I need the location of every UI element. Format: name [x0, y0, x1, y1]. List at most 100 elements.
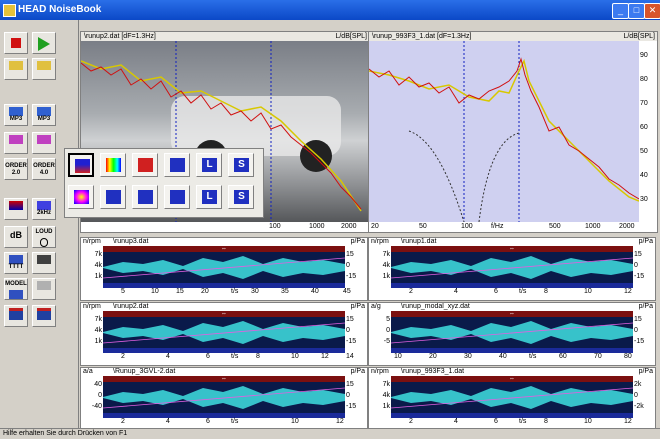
import-icon: [37, 61, 51, 70]
x-tick: 10: [584, 418, 592, 425]
time-signal-panel[interactable]: n/rpm \runup1.dat p/Pa ⇔ 7k 4k 1k 15 0 -15 2 4 6 t/s 8…: [368, 237, 656, 301]
photo-icon: [37, 281, 51, 290]
loudness-button[interactable]: LOUD: [32, 226, 56, 248]
y-tick-left: 7k: [94, 316, 102, 323]
time-signal-panel[interactable]: a/a \Runup_3GVL-2.dat p/Pa ⇔ 40 0 -40 15 0 -15 2 4 6…: [80, 367, 368, 431]
marker-icon: [9, 255, 23, 264]
y-tick-right: 0: [346, 262, 350, 269]
loudness-time-button[interactable]: L: [196, 185, 222, 209]
time-signal-panel[interactable]: a/g \runup_modal_xyz.dat p/Pa ⇔ 5 0 -5 15 0 -15 10…: [368, 302, 656, 366]
line-view-button[interactable]: [164, 153, 190, 177]
x-tick: 4: [166, 418, 170, 425]
maximize-button[interactable]: □: [628, 3, 645, 19]
play-button[interactable]: [32, 32, 56, 54]
tonality-icon: [138, 190, 153, 204]
db-button[interactable]: dB: [4, 226, 28, 248]
book-chart-button[interactable]: [32, 132, 56, 154]
y-tick-left: 0: [386, 327, 390, 334]
import-button[interactable]: [32, 58, 56, 80]
y-tick-right: 0: [346, 327, 350, 334]
sharpness-time-icon: S: [234, 190, 249, 204]
colormap-view-icon: [106, 158, 121, 172]
panel-filename: \Runup_3GVL-2.dat: [113, 368, 176, 375]
time-signal-panel[interactable]: n/rpm \runup3.dat p/Pa ⇔ 7k 4k 1k 15 0 -15 5 10 15 20…: [80, 237, 368, 301]
export-button[interactable]: [4, 58, 28, 80]
x-tick: 6: [494, 288, 498, 295]
spectrum-panel-right[interactable]: \runup_993F3_1.dat [dF=1.3Hz] L/dB[SPL] 9…: [368, 31, 658, 233]
spectrum-button[interactable]: [4, 198, 28, 220]
fluctuation-button[interactable]: [164, 185, 190, 209]
flag-button-2[interactable]: [32, 305, 56, 327]
colormap-view-button[interactable]: [100, 153, 126, 177]
spectrogram-icon: [74, 190, 89, 204]
model-icon: [9, 290, 23, 299]
waveform: [390, 252, 634, 283]
x-tick: 80: [624, 353, 632, 360]
right-unit: p/Pa: [638, 238, 653, 245]
x-tick: 8: [544, 418, 548, 425]
minimize-button[interactable]: _: [612, 3, 629, 19]
sharpness-s-button[interactable]: S: [228, 153, 254, 177]
y-tick-right: 0: [346, 392, 350, 399]
spectrogram-button[interactable]: [68, 185, 94, 209]
line-view-icon: [170, 158, 185, 172]
y-tick-right: 15: [634, 251, 642, 258]
y-tick-left: 7k: [94, 251, 102, 258]
spectrum-view-icon: [75, 159, 90, 173]
mp3-import-button[interactable]: MP3: [32, 104, 56, 126]
mp3-export-button[interactable]: MP3: [4, 104, 28, 126]
order-2-button[interactable]: ORDER 2.0: [4, 158, 28, 180]
x-tick: t/s: [231, 288, 239, 295]
x-tick: 12: [624, 288, 632, 295]
filter-button[interactable]: 2kHz: [32, 198, 56, 220]
time-signal-panel[interactable]: n/rpm \runup2.dat p/Pa ⇔ 7k 4k 1k 15 0 -15 2 4 6 t/s 8…: [80, 302, 368, 366]
right-unit: p/Pa: [350, 368, 365, 375]
y-tick-right: 15: [634, 316, 642, 323]
sharpness-time-button[interactable]: S: [228, 185, 254, 209]
x-tick: 5: [121, 288, 125, 295]
y-tick-left: 4k: [382, 262, 390, 269]
photo-button[interactable]: [32, 278, 56, 300]
x-tick: t/s: [231, 418, 239, 425]
close-button[interactable]: ✕: [644, 3, 660, 19]
x-tick: 45: [343, 288, 351, 295]
time-axis: 10 20 30 40 t/s 60 70 80: [369, 353, 655, 362]
left-unit: a/a: [83, 368, 93, 375]
time-axis: 2 4 6 t/s 10 12: [81, 418, 367, 427]
order-4-button[interactable]: ORDER 4.0: [32, 158, 56, 180]
title-bar: HEAD NoiseBook _ □ ✕: [0, 0, 660, 20]
waveform: [390, 382, 634, 413]
flag-button-1[interactable]: [4, 305, 28, 327]
spectrum-view-button[interactable]: [68, 153, 94, 177]
panel-unit: L/dB[SPL]: [623, 33, 655, 40]
loudness-l-button[interactable]: L: [196, 153, 222, 177]
time-signal-panel[interactable]: n/rpm \runup_993F3_1.dat p/Pa ⇔ 7k 4k 1k 2k 0 -2k…: [368, 367, 656, 431]
book-button[interactable]: [4, 132, 28, 154]
status-bar: Hilfe erhalten Sie durch Drücken von F1: [0, 428, 660, 439]
x-tick: 70: [594, 353, 602, 360]
tape-button[interactable]: [32, 252, 56, 274]
x-tick: 4: [454, 418, 458, 425]
tonality-button[interactable]: [132, 185, 158, 209]
x-tick: 60: [559, 353, 567, 360]
sharpness-s-icon: S: [234, 158, 249, 172]
y-tick-left: 4k: [94, 327, 102, 334]
y-tick-left: 5: [386, 316, 390, 323]
x-tick: 6: [206, 418, 210, 425]
y-tick-right: -15: [346, 273, 357, 280]
x-tick: 20: [201, 288, 209, 295]
model-button[interactable]: MODEL: [4, 278, 28, 300]
marker-button[interactable]: TTTT: [4, 252, 28, 274]
right-unit: p/Pa: [638, 303, 653, 310]
roughness-button[interactable]: [100, 185, 126, 209]
ear-icon: [40, 238, 48, 247]
stop-icon: [11, 38, 21, 48]
stop-button[interactable]: [4, 32, 28, 54]
x-tick: 8: [256, 353, 260, 360]
x-tick: 2: [121, 353, 125, 360]
panel-filename: \runup3.dat: [113, 238, 149, 245]
y-tick-right: 2k: [634, 381, 642, 388]
bar-view-button[interactable]: [132, 153, 158, 177]
right-unit: p/Pa: [350, 303, 365, 310]
x-tick: 12: [336, 418, 344, 425]
